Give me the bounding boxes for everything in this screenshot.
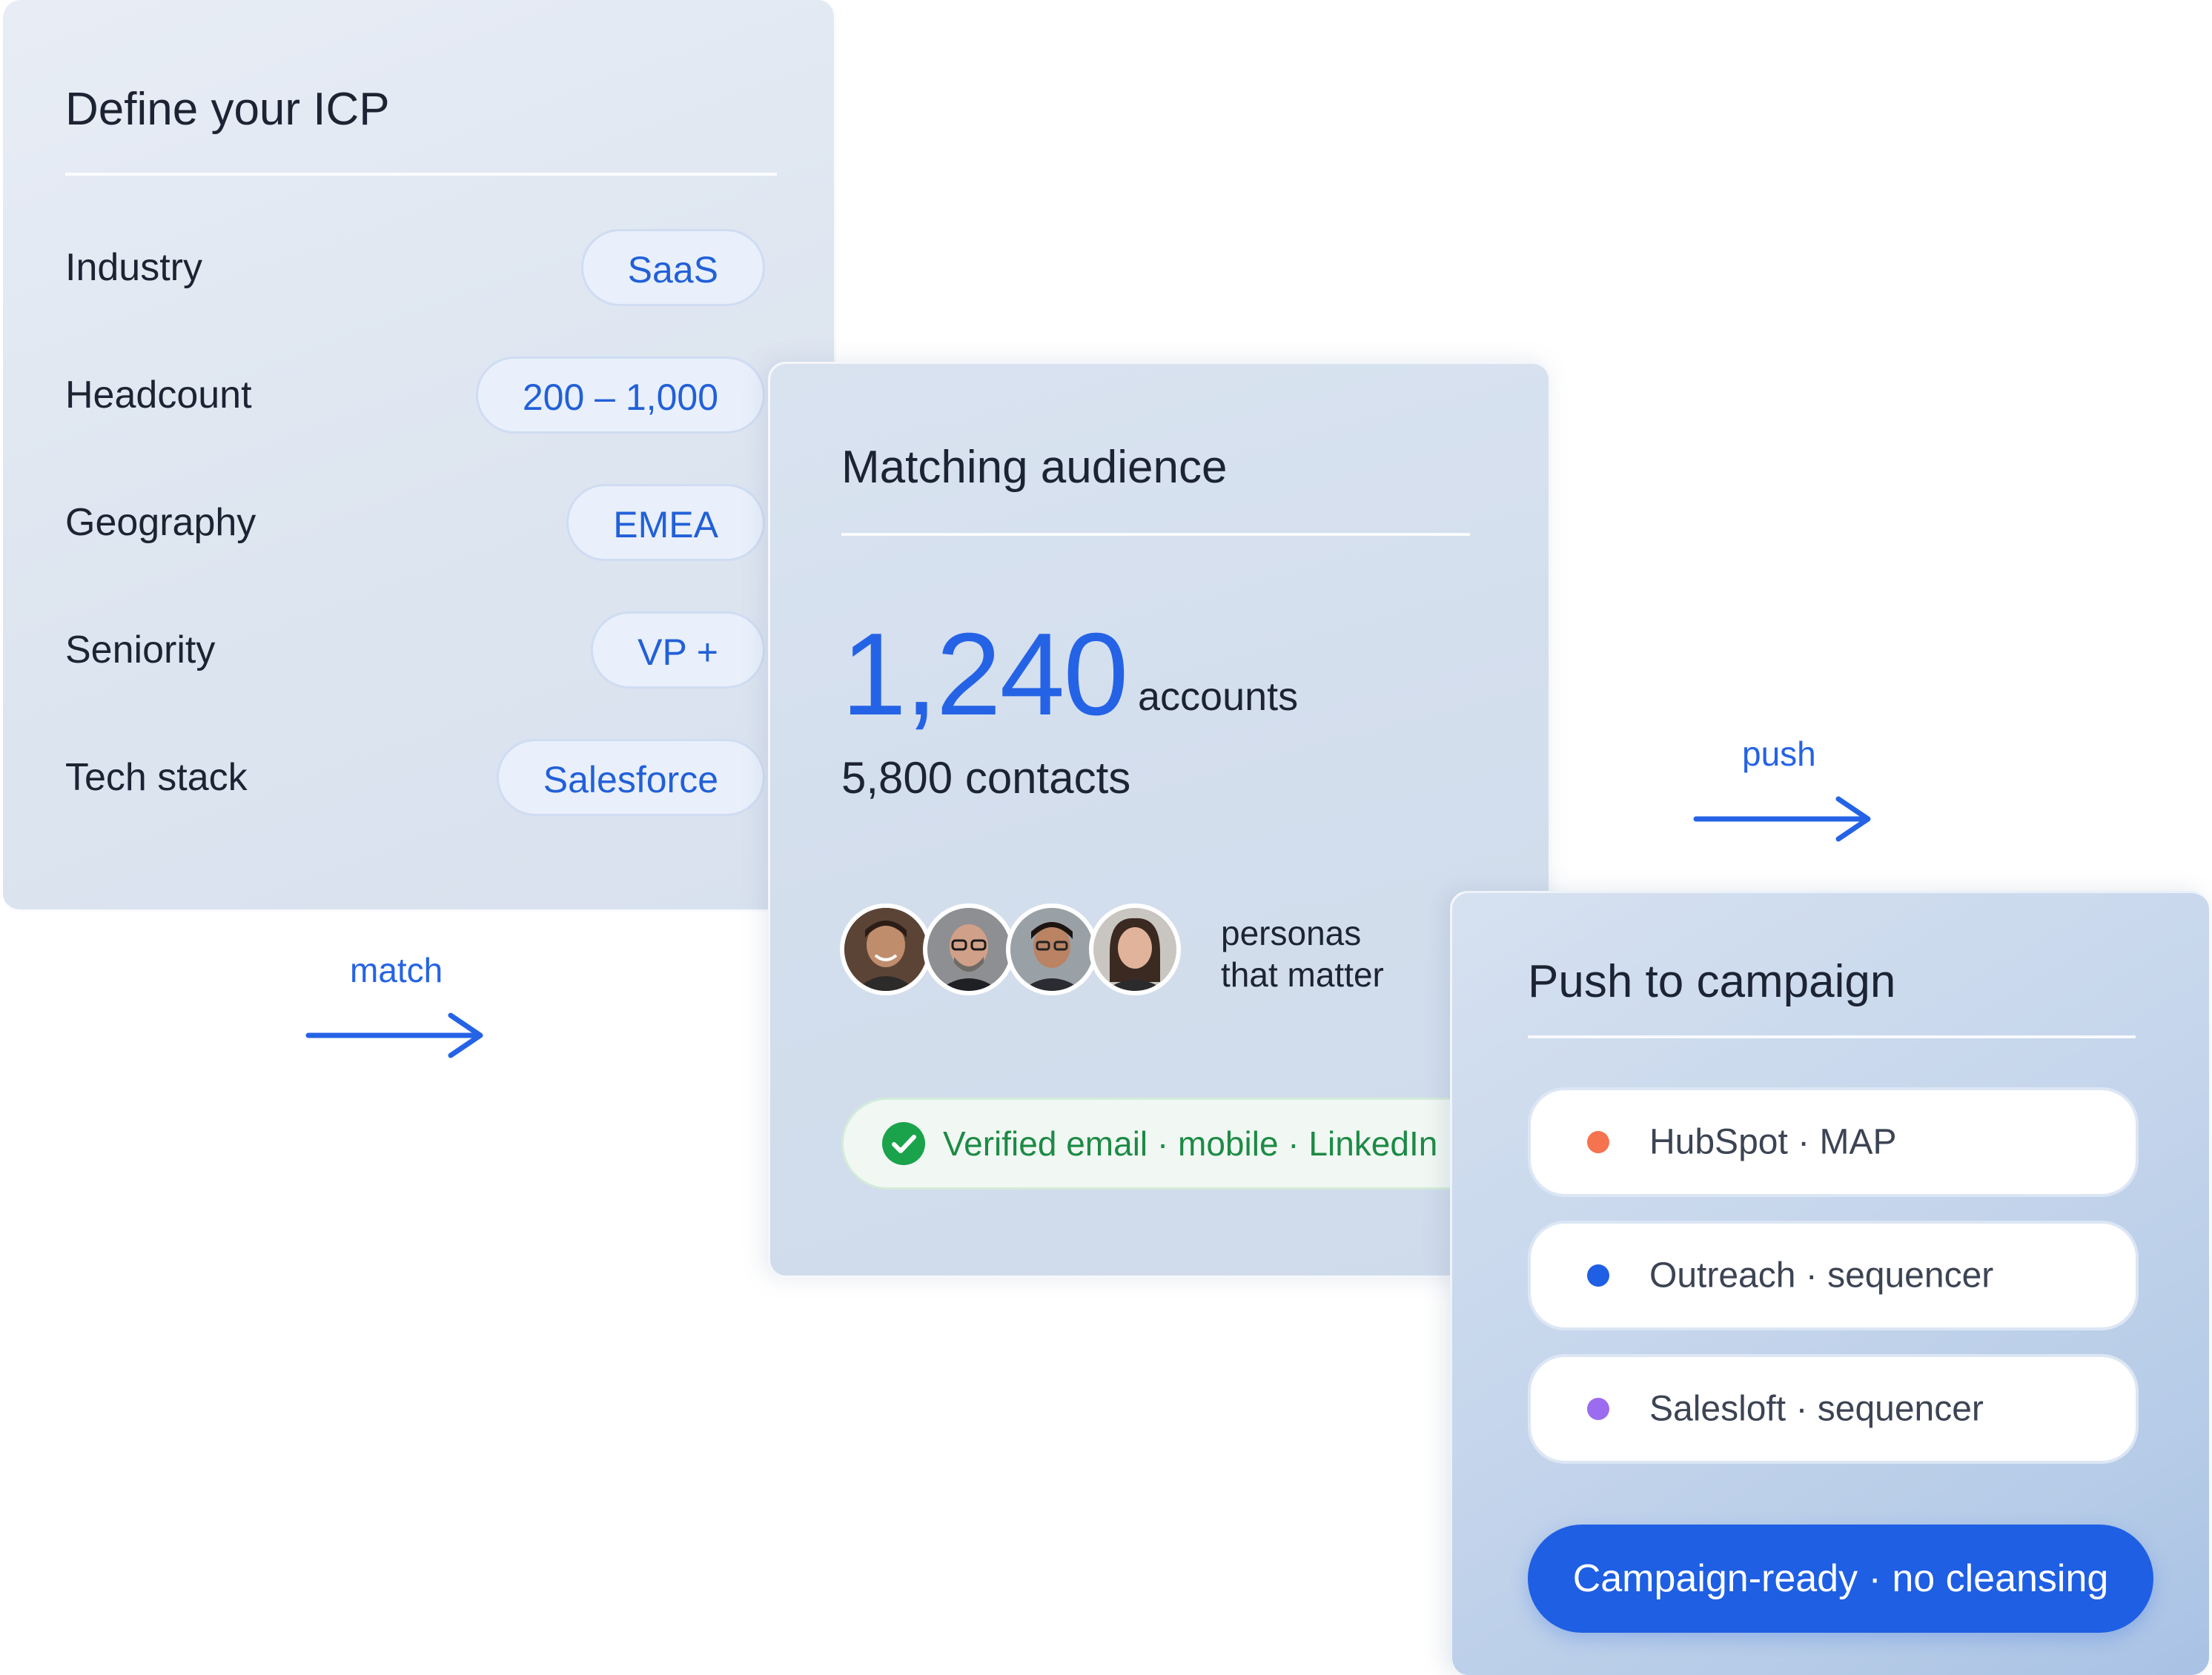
person-avatar-icon [844, 908, 927, 991]
icp-row-headcount: Headcount 200 – 1,000 [65, 354, 765, 436]
verified-badge: Verified email · mobile · LinkedIn [841, 1098, 1509, 1190]
destination-label: HubSpot · MAP [1649, 1122, 1897, 1162]
icp-card: Define your ICP Industry SaaS Headcount … [3, 0, 836, 912]
status-dot-icon [1587, 1131, 1609, 1153]
accounts-unit: accounts [1138, 674, 1299, 719]
icp-chip-industry[interactable]: SaaS [580, 229, 765, 306]
icp-row-geography: Geography EMEA [65, 482, 765, 563]
icp-label: Headcount [65, 374, 252, 417]
right-arrow-icon [305, 1012, 483, 1058]
person-avatar-icon [927, 908, 1010, 991]
accounts-count: 1,240 [841, 609, 1128, 740]
destination-hubspot[interactable]: HubSpot · MAP [1528, 1087, 2139, 1197]
audience-card: Matching audience 1,240 accounts 5,800 c… [768, 362, 1551, 1278]
push-card-title: Push to campaign [1528, 956, 1896, 1007]
status-dot-icon [1587, 1264, 1609, 1287]
avatar [1089, 903, 1181, 995]
icp-row-tech-stack: Tech stack Salesforce [65, 737, 765, 818]
icp-row-seniority: Seniority VP + [65, 609, 765, 691]
destination-label: Salesloft · sequencer [1649, 1389, 1984, 1429]
icp-chip-seniority[interactable]: VP + [591, 611, 765, 689]
icp-label: Geography [65, 501, 256, 544]
push-arrow-label: push [1742, 734, 1816, 773]
check-circle-icon [882, 1122, 925, 1165]
audience-divider [841, 533, 1470, 536]
icp-row-industry: Industry SaaS [65, 227, 765, 308]
avatar [923, 903, 1015, 995]
icp-card-title: Define your ICP [65, 84, 390, 135]
icp-label: Tech stack [65, 756, 248, 799]
icp-chip-tech-stack[interactable]: Salesforce [496, 739, 765, 816]
destination-outreach[interactable]: Outreach · sequencer [1528, 1221, 2139, 1330]
campaign-ready-button[interactable]: Campaign-ready · no cleansing [1528, 1525, 2153, 1633]
person-avatar-icon [1093, 908, 1176, 991]
icp-label: Industry [65, 246, 202, 289]
icp-chip-geography[interactable]: EMEA [566, 484, 765, 561]
right-arrow-icon [1693, 796, 1871, 842]
status-dot-icon [1587, 1398, 1609, 1420]
personas-caption: personas that matter [1221, 912, 1384, 995]
audience-card-title: Matching audience [841, 442, 1228, 493]
personas-caption-line: personas [1221, 914, 1362, 952]
avatar [840, 903, 932, 995]
destination-label: Outreach · sequencer [1649, 1256, 1994, 1296]
verified-text: Verified email · mobile · LinkedIn [943, 1124, 1438, 1163]
match-arrow-label: match [350, 951, 443, 989]
icp-chip-headcount[interactable]: 200 – 1,000 [475, 356, 765, 434]
personas-caption-line: that matter [1221, 955, 1384, 994]
push-card: Push to campaign HubSpot · MAP Outreach … [1450, 891, 2209, 1675]
push-divider [1528, 1035, 2136, 1038]
icp-label: Seniority [65, 628, 216, 671]
contacts-count: 5,800 contacts [841, 753, 1131, 803]
icp-divider [65, 173, 777, 176]
avatar [1006, 903, 1098, 995]
destination-salesloft[interactable]: Salesloft · sequencer [1528, 1354, 2139, 1464]
person-avatar-icon [1010, 908, 1093, 991]
